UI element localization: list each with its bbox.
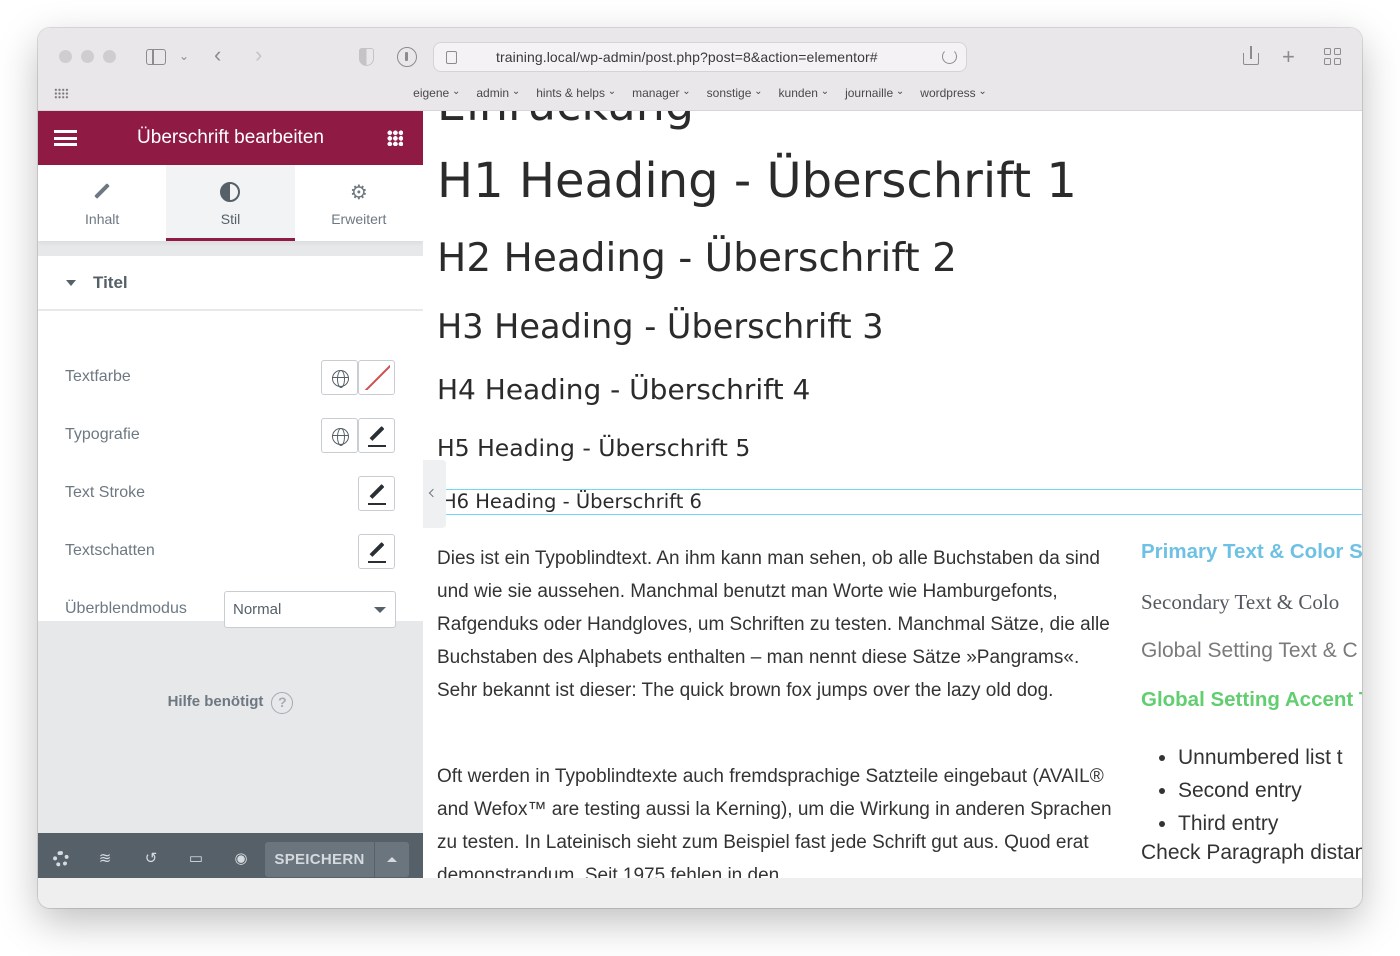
empty-color-swatch bbox=[364, 365, 390, 390]
bookmark-eigene[interactable]: eigene bbox=[405, 86, 468, 104]
h2-heading[interactable]: H2 Heading - Überschrift 2 bbox=[437, 236, 957, 281]
tab-stil[interactable]: Stil bbox=[166, 165, 295, 241]
textfarbe-global-button[interactable] bbox=[321, 360, 358, 395]
style-controls: Textfarbe Typografie Text Stroke Textsch… bbox=[38, 311, 423, 628]
chevron-down-icon[interactable]: ⌄ bbox=[179, 46, 189, 66]
window-bottom-bar bbox=[38, 878, 1362, 908]
panel-header: Überschrift bearbeiten bbox=[38, 111, 423, 165]
typografie-global-button[interactable] bbox=[321, 418, 358, 453]
save-options-button[interactable] bbox=[375, 842, 409, 877]
caret-down-icon bbox=[66, 280, 76, 286]
help-link[interactable]: Hilfe benötigt? bbox=[38, 691, 423, 714]
typografie-label: Typografie bbox=[65, 426, 140, 443]
zoom-window-button[interactable] bbox=[103, 50, 116, 63]
edit-icon bbox=[369, 542, 385, 557]
check-paragraph-text[interactable]: Check Paragraph distan bbox=[1141, 841, 1362, 865]
sample-list: Unnumbered list t Second entry Third ent… bbox=[1178, 741, 1343, 840]
list-item: Unnumbered list t bbox=[1178, 741, 1343, 774]
text-stroke-label: Text Stroke bbox=[65, 484, 146, 501]
privacy-shield-icon[interactable] bbox=[359, 48, 374, 66]
collapse-panel-toggle[interactable] bbox=[423, 460, 446, 528]
sidebar-toggle-icon[interactable] bbox=[146, 49, 166, 65]
blend-mode-label: Überblendmodus bbox=[65, 600, 187, 617]
reload-icon[interactable] bbox=[942, 49, 957, 64]
h4-heading[interactable]: H4 Heading - Überschrift 4 bbox=[437, 373, 810, 406]
close-window-button[interactable] bbox=[59, 50, 72, 63]
tab-inhalt[interactable]: Inhalt bbox=[38, 165, 166, 241]
address-bar[interactable]: training.local/wp-admin/post.php?post=8&… bbox=[433, 42, 967, 72]
password-manager-icon[interactable] bbox=[397, 47, 417, 67]
edit-icon bbox=[369, 426, 385, 441]
h6-heading[interactable]: H6 Heading - Überschrift 6 bbox=[442, 490, 702, 513]
section-title: Titel bbox=[93, 273, 128, 292]
share-icon[interactable] bbox=[1243, 46, 1259, 65]
h3-heading[interactable]: H3 Heading - Überschrift 3 bbox=[437, 307, 884, 346]
selected-widget-outline[interactable]: H6 Heading - Überschrift 6 bbox=[437, 489, 1362, 515]
browser-toolbar: ⌄ ‹ › training.local/wp-admin/post.php?p… bbox=[38, 28, 1362, 111]
typografie-edit-button[interactable] bbox=[358, 418, 395, 453]
secondary-text-sample[interactable]: Secondary Text & Colo bbox=[1141, 590, 1339, 615]
tab-erweitert[interactable]: ⚙ Erweitert bbox=[295, 165, 423, 241]
paragraph-1[interactable]: Dies ist ein Typoblindtext. An ihm kann … bbox=[437, 542, 1122, 707]
section-titel-toggle[interactable]: Titel bbox=[38, 256, 423, 310]
browser-window: ⌄ ‹ › training.local/wp-admin/post.php?p… bbox=[38, 28, 1362, 908]
chevron-down-icon bbox=[374, 607, 386, 613]
bookmark-sonstige[interactable]: sonstige bbox=[699, 86, 771, 104]
panel-title: Überschrift bearbeiten bbox=[137, 127, 324, 148]
globe-icon bbox=[332, 428, 349, 446]
bookmarks-bar: eigene admin hints & helps manager sonst… bbox=[38, 86, 1362, 104]
h5-heading[interactable]: H5 Heading - Überschrift 5 bbox=[437, 434, 750, 462]
page-icon bbox=[446, 51, 457, 64]
bookmark-hints-helps[interactable]: hints & helps bbox=[528, 86, 624, 104]
textfarbe-label: Textfarbe bbox=[65, 368, 131, 385]
blend-mode-select[interactable]: Normal bbox=[224, 591, 396, 628]
contrast-icon bbox=[220, 182, 241, 207]
list-item: Second entry bbox=[1178, 774, 1343, 807]
save-button[interactable]: SPEICHERN bbox=[265, 842, 374, 877]
bookmark-manager[interactable]: manager bbox=[624, 86, 699, 104]
paragraph-2[interactable]: Oft werden in Typoblindtexte auch fremds… bbox=[437, 760, 1122, 878]
preview-eye-icon[interactable]: ◉ bbox=[232, 850, 250, 868]
list-item: Third entry bbox=[1178, 807, 1343, 840]
history-icon[interactable]: ↺ bbox=[142, 850, 160, 868]
page-preview: Einrückung H1 Heading - Überschrift 1 H2… bbox=[423, 111, 1362, 878]
tab-stil-label: Stil bbox=[220, 211, 241, 227]
gear-icon: ⚙ bbox=[349, 182, 368, 204]
settings-icon[interactable] bbox=[52, 850, 70, 868]
bookmark-admin[interactable]: admin bbox=[468, 86, 528, 104]
bookmark-kunden[interactable]: kunden bbox=[771, 86, 838, 104]
navigator-layers-icon[interactable]: ≋ bbox=[96, 850, 114, 868]
primary-text-sample[interactable]: Primary Text & Color S bbox=[1141, 540, 1362, 564]
globe-icon bbox=[332, 370, 349, 388]
textfarbe-color-picker[interactable] bbox=[358, 360, 395, 395]
h1-heading[interactable]: H1 Heading - Überschrift 1 bbox=[437, 153, 1077, 209]
blend-mode-value: Normal bbox=[233, 601, 282, 618]
tab-inhalt-label: Inhalt bbox=[85, 211, 120, 227]
help-text: Hilfe benötigt bbox=[167, 693, 264, 710]
textschatten-label: Textschatten bbox=[65, 542, 155, 559]
panel-tabs: Inhalt Stil ⚙ Erweitert bbox=[38, 165, 423, 241]
textschatten-edit-button[interactable] bbox=[358, 534, 395, 569]
global-text-sample[interactable]: Global Setting Text & C bbox=[1141, 639, 1358, 663]
elementor-panel: Überschrift bearbeiten Inhalt Stil ⚙ Erw… bbox=[38, 111, 423, 908]
tab-erweitert-label: Erweitert bbox=[331, 211, 387, 227]
cut-off-heading: Einrückung bbox=[437, 111, 694, 131]
new-tab-icon[interactable]: + bbox=[1282, 44, 1295, 70]
help-icon: ? bbox=[271, 692, 294, 714]
pencil-icon bbox=[94, 182, 110, 205]
responsive-mode-icon[interactable]: ▭ bbox=[187, 850, 205, 868]
back-icon[interactable]: ‹ bbox=[214, 44, 221, 66]
minimize-window-button[interactable] bbox=[81, 50, 94, 63]
forward-icon[interactable]: › bbox=[255, 44, 262, 66]
text-stroke-edit-button[interactable] bbox=[358, 476, 395, 511]
url-text[interactable]: training.local/wp-admin/post.php?post=8&… bbox=[496, 49, 878, 65]
bookmark-journaille[interactable]: journaille bbox=[837, 86, 912, 104]
edit-icon bbox=[369, 484, 385, 499]
global-accent-sample[interactable]: Global Setting Accent T bbox=[1141, 688, 1362, 712]
widgets-grid-icon[interactable] bbox=[387, 130, 403, 146]
tab-overview-icon[interactable] bbox=[1324, 48, 1341, 65]
bookmark-wordpress[interactable]: wordpress bbox=[912, 86, 995, 104]
